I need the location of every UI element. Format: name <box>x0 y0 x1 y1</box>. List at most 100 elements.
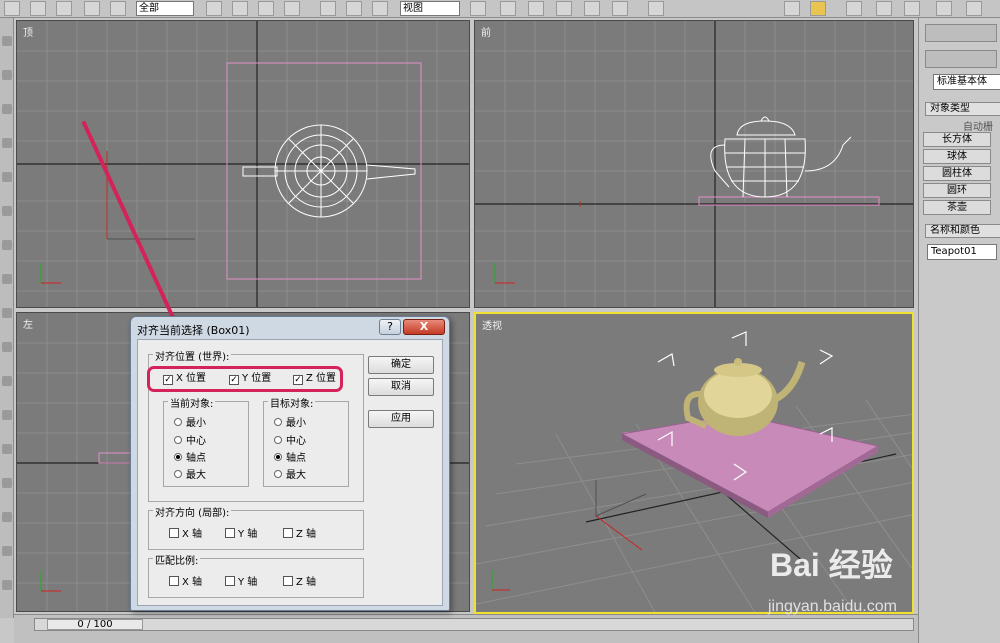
checkbox-label: Z 轴 <box>296 577 317 588</box>
scale-icon[interactable] <box>372 1 388 16</box>
tool-icon[interactable] <box>2 376 12 386</box>
group-title: 对齐位置 (世界): <box>153 348 232 363</box>
watermark-url: jingyan.baidu.com <box>768 598 897 615</box>
group-title: 目标对象: <box>268 395 316 410</box>
radio-dot <box>174 418 182 426</box>
radio-dot <box>274 418 282 426</box>
scale-z-checkbox[interactable]: Z 轴 <box>283 573 316 588</box>
radio-label: 中心 <box>186 436 206 447</box>
object-type-rollout[interactable]: 对象类型 <box>925 102 1000 116</box>
panel-tabs[interactable] <box>925 24 997 42</box>
orient-z-checkbox[interactable]: Z 轴 <box>283 525 316 540</box>
ok-button[interactable]: 确定 <box>368 356 434 374</box>
render-setup-icon[interactable] <box>966 1 982 16</box>
radio-dot <box>274 453 282 461</box>
timeline-area: 0 / 100 <box>14 614 918 643</box>
tool-icon[interactable] <box>2 580 12 590</box>
group-title: 当前对象: <box>168 395 216 410</box>
window-crossing-icon[interactable] <box>284 1 300 16</box>
group-title: 对齐方向 (局部): <box>153 504 232 519</box>
mirror-icon[interactable] <box>784 1 800 16</box>
bind-space-icon[interactable] <box>110 1 126 16</box>
select-link-icon[interactable] <box>30 1 46 16</box>
viewport-front[interactable]: 前 <box>474 20 914 308</box>
sphere-button[interactable]: 球体 <box>923 149 991 164</box>
object-name-field[interactable]: Teapot01 <box>927 244 997 260</box>
tool-icon[interactable] <box>2 240 12 250</box>
bind-icon[interactable] <box>84 1 100 16</box>
snap-toggle-icon[interactable] <box>528 1 544 16</box>
baidu-watermark: Bai 经验 <box>770 547 893 583</box>
target-max-radio[interactable]: 最大 <box>274 466 306 481</box>
tool-icon[interactable] <box>2 274 12 284</box>
align-icon[interactable] <box>810 1 826 16</box>
angle-snap-icon[interactable] <box>556 1 572 16</box>
torus-button[interactable]: 圆环 <box>923 183 991 198</box>
current-center-radio[interactable]: 中心 <box>174 432 206 447</box>
percent-snap-icon[interactable] <box>584 1 600 16</box>
tool-icon[interactable] <box>2 36 12 46</box>
teapot-button[interactable]: 茶壶 <box>923 200 991 215</box>
unlink-icon[interactable] <box>56 1 72 16</box>
material-editor-icon[interactable] <box>936 1 952 16</box>
dialog-title: 对齐当前选择 (Box01) <box>137 324 250 337</box>
select-manipulate-icon[interactable] <box>500 1 516 16</box>
target-center-radio[interactable]: 中心 <box>274 432 306 447</box>
current-max-radio[interactable]: 最大 <box>174 466 206 481</box>
target-min-radio[interactable]: 最小 <box>274 414 306 429</box>
select-by-name-icon[interactable] <box>232 1 248 16</box>
select-object-icon[interactable] <box>206 1 222 16</box>
cancel-button[interactable]: 取消 <box>368 378 434 396</box>
tool-icon[interactable] <box>2 444 12 454</box>
tool-icon[interactable] <box>2 342 12 352</box>
current-object-group: 当前对象: 最小 中心 轴点 最大 <box>163 395 249 487</box>
tool-icon[interactable] <box>2 104 12 114</box>
orient-y-checkbox[interactable]: Y 轴 <box>225 525 257 540</box>
tool-icon[interactable] <box>2 70 12 80</box>
rotate-icon[interactable] <box>346 1 362 16</box>
orient-x-checkbox[interactable]: X 轴 <box>169 525 202 540</box>
time-slider-track[interactable]: 0 / 100 <box>34 618 914 631</box>
close-button[interactable]: X <box>403 319 445 335</box>
time-slider[interactable]: 0 / 100 <box>47 619 143 630</box>
radio-label: 最小 <box>186 418 206 429</box>
scale-y-checkbox[interactable]: Y 轴 <box>225 573 257 588</box>
tool-icon[interactable] <box>2 512 12 522</box>
command-panel: 标准基本体 对象类型 自动栅格 长方体 球体 圆柱体 圆环 茶壶 名称和颜色 T… <box>918 18 1000 643</box>
undo-icon[interactable] <box>4 1 20 16</box>
apply-button[interactable]: 应用 <box>368 410 434 428</box>
checkbox-box <box>169 576 179 586</box>
pivot-center-icon[interactable] <box>470 1 486 16</box>
tool-icon[interactable] <box>2 410 12 420</box>
match-scale-group: 匹配比例: X 轴 Y 轴 Z 轴 <box>148 552 364 598</box>
spinner-snap-icon[interactable] <box>612 1 628 16</box>
scale-x-checkbox[interactable]: X 轴 <box>169 573 202 588</box>
reference-coordinate-dropdown[interactable]: 视图 <box>400 1 460 16</box>
viewport-top[interactable]: 顶 <box>16 20 470 308</box>
move-icon[interactable] <box>320 1 336 16</box>
box-button[interactable]: 长方体 <box>923 132 991 147</box>
checkbox-label: Y 轴 <box>238 529 258 540</box>
radio-dot <box>274 436 282 444</box>
layer-manager-icon[interactable] <box>846 1 862 16</box>
target-pivot-radio[interactable]: 轴点 <box>274 449 306 464</box>
primitive-category-dropdown[interactable]: 标准基本体 <box>933 74 1000 90</box>
current-min-radio[interactable]: 最小 <box>174 414 206 429</box>
tool-icon[interactable] <box>2 308 12 318</box>
tool-icon[interactable] <box>2 172 12 182</box>
tool-icon[interactable] <box>2 138 12 148</box>
name-color-rollout[interactable]: 名称和颜色 <box>925 224 1000 238</box>
region-select-icon[interactable] <box>258 1 274 16</box>
tool-icon[interactable] <box>2 206 12 216</box>
curve-editor-icon[interactable] <box>876 1 892 16</box>
selection-filter-dropdown[interactable]: 全部 <box>136 1 194 16</box>
tool-icon[interactable] <box>2 546 12 556</box>
schematic-view-icon[interactable] <box>904 1 920 16</box>
create-category-icons[interactable] <box>925 50 997 68</box>
named-selection-icon[interactable] <box>648 1 664 16</box>
current-pivot-radio[interactable]: 轴点 <box>174 449 206 464</box>
main-toolbar: 全部 视图 <box>0 0 1000 18</box>
help-button[interactable]: ? <box>379 319 401 335</box>
cylinder-button[interactable]: 圆柱体 <box>923 166 991 181</box>
tool-icon[interactable] <box>2 478 12 488</box>
